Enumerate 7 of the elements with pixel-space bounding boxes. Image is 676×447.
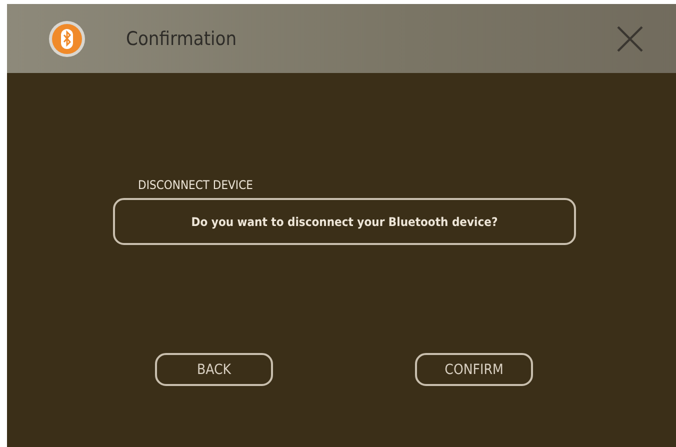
bluetooth-icon	[48, 20, 86, 58]
dialog-label: DISCONNECT DEVICE	[138, 178, 254, 192]
dialog-button[interactable]: CONFIRM	[415, 353, 533, 386]
message-box: Do you want to disconnect your Bluetooth device?	[113, 198, 576, 245]
dialog-button[interactable]: BACK	[155, 353, 273, 386]
close-icon[interactable]	[617, 26, 643, 52]
header-title: Confirmation	[126, 28, 238, 50]
